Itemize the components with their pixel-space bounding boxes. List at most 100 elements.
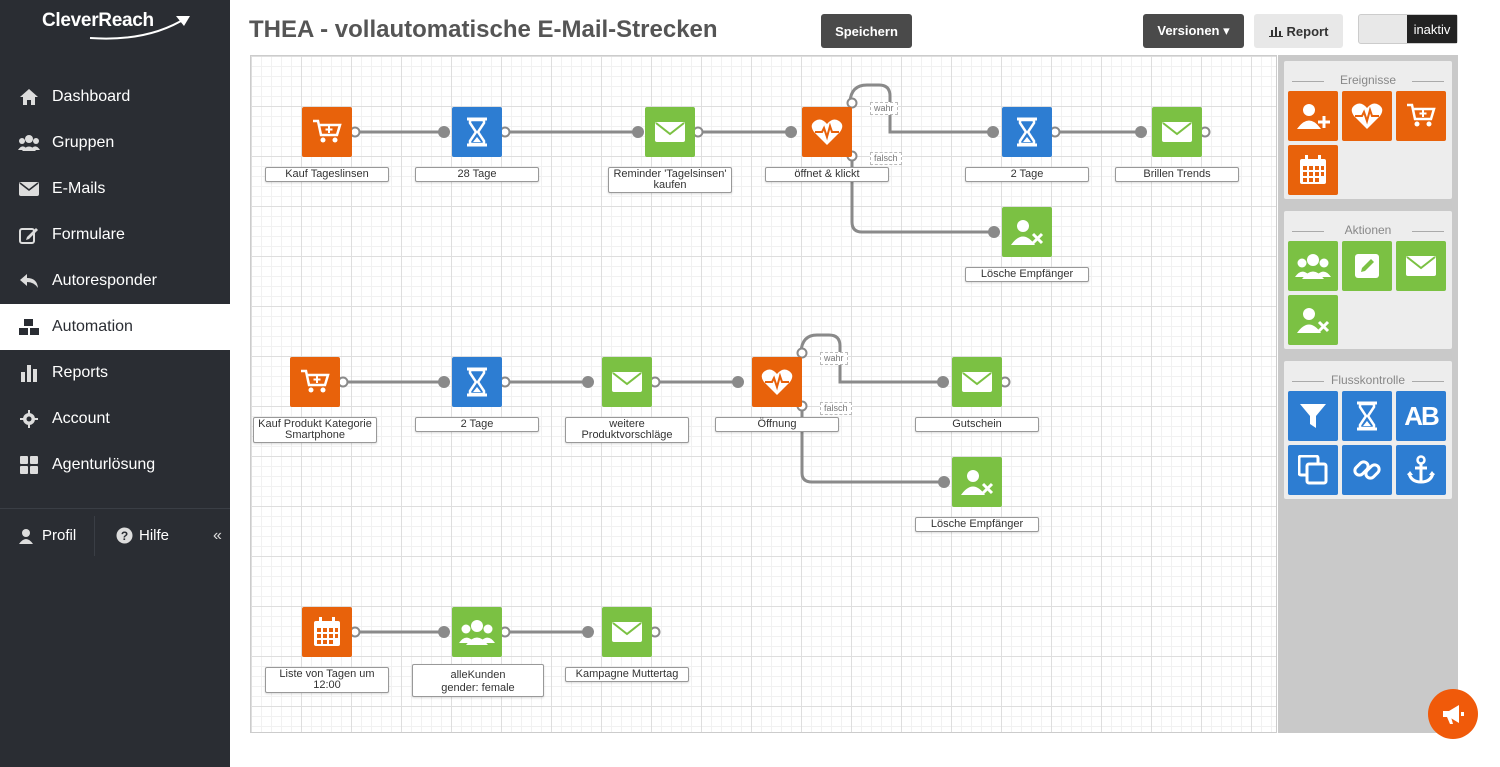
node-label[interactable]: Kauf Produkt Kategorie Smartphone bbox=[253, 417, 377, 443]
envelope-icon bbox=[1162, 122, 1192, 142]
node-label[interactable]: Reminder 'Tagelsinsen' kaufen bbox=[608, 167, 732, 193]
node-label[interactable]: Öffnung bbox=[715, 417, 839, 432]
shopping-cart-event-node[interactable] bbox=[290, 357, 340, 407]
calendar-icon bbox=[1300, 155, 1326, 184]
bar-chart-icon bbox=[1268, 25, 1283, 37]
save-button[interactable]: Speichern bbox=[821, 14, 912, 48]
calendar-event-node[interactable] bbox=[302, 607, 352, 657]
sidebar-item-account[interactable]: Account bbox=[0, 396, 230, 442]
shopping-cart-event-node[interactable] bbox=[302, 107, 352, 157]
wait-node[interactable] bbox=[452, 357, 502, 407]
sidebar-item-formulare[interactable]: Formulare bbox=[0, 212, 230, 258]
envelope-icon bbox=[1406, 256, 1436, 276]
sidebar-item-emails[interactable]: E-Mails bbox=[0, 166, 230, 212]
palette-heartbeat[interactable] bbox=[1342, 91, 1392, 141]
send-email-node[interactable] bbox=[602, 357, 652, 407]
shopping-cart-icon bbox=[1407, 103, 1436, 127]
sidebar-item-agenturloesung[interactable]: Agenturlösung bbox=[0, 442, 230, 488]
divider bbox=[1412, 381, 1444, 382]
anchor-icon bbox=[1407, 455, 1435, 484]
envelope-icon bbox=[612, 372, 642, 392]
automation-canvas[interactable]: Kauf Tageslinsen 28 Tage Reminder 'Tagel… bbox=[250, 55, 1277, 733]
hourglass-icon bbox=[1357, 401, 1377, 431]
profile-button[interactable]: Profil bbox=[0, 509, 94, 562]
node-label[interactable]: 2 Tage bbox=[415, 417, 539, 432]
active-toggle[interactable]: inaktiv bbox=[1358, 14, 1458, 44]
palette-copy[interactable] bbox=[1288, 445, 1338, 495]
send-email-node[interactable] bbox=[952, 357, 1002, 407]
sidebar-item-label: Agenturlösung bbox=[52, 456, 156, 473]
group-filter: gender: female bbox=[441, 682, 515, 694]
flow-control-group: Flusskontrolle AB bbox=[1284, 361, 1452, 499]
send-email-node[interactable] bbox=[1152, 107, 1202, 157]
sidebar-item-label: Formulare bbox=[52, 226, 125, 243]
reply-icon bbox=[18, 270, 40, 292]
node-label[interactable]: Lösche Empfänger bbox=[915, 517, 1039, 532]
palette-ab-split[interactable]: AB bbox=[1396, 391, 1446, 441]
node-label[interactable]: weitere Produktvorschläge bbox=[565, 417, 689, 443]
sidebar-item-label: Account bbox=[52, 410, 110, 427]
node-label[interactable]: Liste von Tagen um 12:00 bbox=[265, 667, 389, 693]
palette-anchor[interactable] bbox=[1396, 445, 1446, 495]
palette-group[interactable] bbox=[1288, 241, 1338, 291]
collapse-sidebar-icon[interactable]: « bbox=[213, 527, 222, 545]
sidebar-item-automation[interactable]: Automation bbox=[0, 304, 230, 350]
send-email-node[interactable] bbox=[602, 607, 652, 657]
delete-recipient-node[interactable] bbox=[1002, 207, 1052, 257]
node-palette: Ereignisse Aktionen Flusskontrolle AB bbox=[1278, 55, 1458, 733]
user-delete-icon bbox=[1297, 308, 1330, 333]
sidebar: CleverReach Dashboard Gruppen E-Mails Fo… bbox=[0, 0, 230, 767]
delete-recipient-node[interactable] bbox=[952, 457, 1002, 507]
palette-email[interactable] bbox=[1396, 241, 1446, 291]
sidebar-item-label: Reports bbox=[52, 364, 109, 381]
calendar-icon bbox=[314, 617, 340, 646]
palette-link[interactable] bbox=[1342, 445, 1392, 495]
actions-title: Aktionen bbox=[1344, 223, 1392, 237]
node-label[interactable]: alleKunden gender: female bbox=[412, 664, 544, 697]
sidebar-item-label: Dashboard bbox=[52, 88, 131, 105]
node-label[interactable]: 28 Tage bbox=[415, 167, 539, 182]
envelope-icon bbox=[962, 372, 992, 392]
shopping-cart-icon bbox=[301, 369, 330, 393]
home-icon bbox=[18, 86, 40, 108]
sidebar-item-dashboard[interactable]: Dashboard bbox=[0, 74, 230, 120]
palette-filter[interactable] bbox=[1288, 391, 1338, 441]
sidebar-item-reports[interactable]: Reports bbox=[0, 350, 230, 396]
link-icon bbox=[1353, 460, 1381, 480]
node-label[interactable]: 2 Tage bbox=[965, 167, 1089, 182]
node-label[interactable]: Kauf Tageslinsen bbox=[265, 167, 389, 182]
heartbeat-condition-node[interactable] bbox=[802, 107, 852, 157]
report-button[interactable]: Report bbox=[1254, 14, 1343, 48]
sidebar-item-autoresponder[interactable]: Autoresponder bbox=[0, 258, 230, 304]
heartbeat-icon bbox=[1351, 103, 1383, 129]
edit-icon bbox=[1355, 254, 1379, 278]
heartbeat-condition-node[interactable] bbox=[752, 357, 802, 407]
send-email-node[interactable] bbox=[645, 107, 695, 157]
group-filter-node[interactable] bbox=[452, 607, 502, 657]
page-title: THEA - vollautomatische E-Mail-Strecken bbox=[249, 16, 718, 43]
versions-dropdown[interactable]: Versionen ▾ bbox=[1143, 14, 1244, 48]
palette-wait[interactable] bbox=[1342, 391, 1392, 441]
node-label[interactable]: öffnet & klickt bbox=[765, 167, 889, 182]
wait-node[interactable] bbox=[452, 107, 502, 157]
events-group: Ereignisse bbox=[1284, 61, 1452, 199]
node-label[interactable]: Lösche Empfänger bbox=[965, 267, 1089, 282]
feedback-button[interactable] bbox=[1428, 689, 1478, 739]
sidebar-item-gruppen[interactable]: Gruppen bbox=[0, 120, 230, 166]
user-delete-icon bbox=[961, 470, 994, 495]
wait-node[interactable] bbox=[1002, 107, 1052, 157]
palette-calendar[interactable] bbox=[1288, 145, 1338, 195]
filter-icon bbox=[1300, 404, 1326, 428]
envelope-icon bbox=[612, 622, 642, 642]
palette-add-recipient[interactable] bbox=[1288, 91, 1338, 141]
help-button[interactable]: ? Hilfe bbox=[95, 509, 189, 562]
branch-false-tag: falsch bbox=[820, 402, 852, 415]
node-label[interactable]: Kampagne Muttertag bbox=[565, 667, 689, 682]
palette-edit[interactable] bbox=[1342, 241, 1392, 291]
palette-shopping-cart[interactable] bbox=[1396, 91, 1446, 141]
palette-delete-recipient[interactable] bbox=[1288, 295, 1338, 345]
node-label[interactable]: Brillen Trends bbox=[1115, 167, 1239, 182]
node-label[interactable]: Gutschein bbox=[915, 417, 1039, 432]
actions-group: Aktionen bbox=[1284, 211, 1452, 349]
logo-swoosh-icon bbox=[89, 16, 190, 40]
